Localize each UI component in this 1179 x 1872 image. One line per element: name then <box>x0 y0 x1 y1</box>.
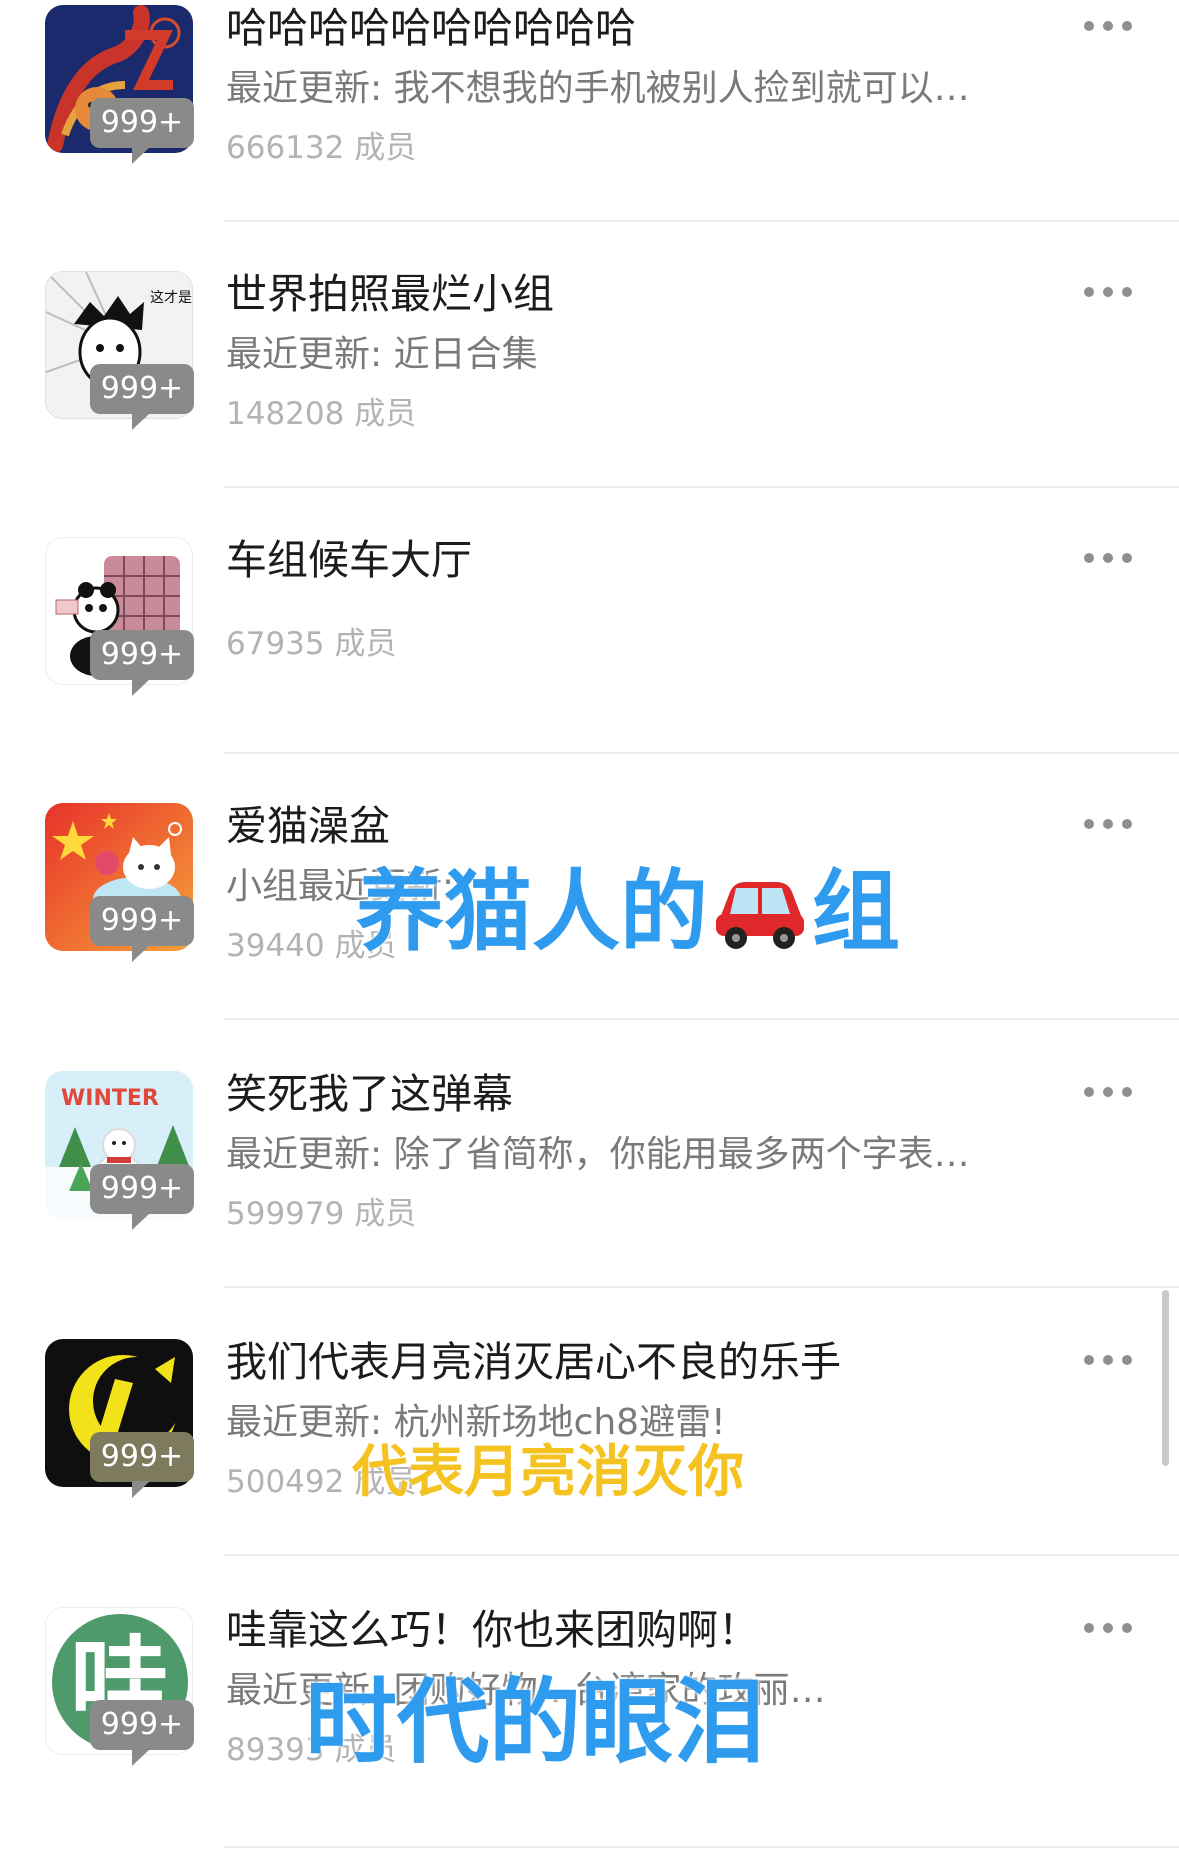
row-divider <box>224 486 1179 488</box>
row-divider <box>224 1286 1179 1288</box>
moon-caption-overlay: 代表月亮消灭你 <box>352 1440 744 1505</box>
row-divider <box>224 1554 1179 1556</box>
more-options-button[interactable] <box>1080 812 1136 836</box>
group-name[interactable]: 我们代表月亮消灭居心不良的乐手 <box>226 1334 841 1390</box>
row-divider <box>224 1018 1179 1020</box>
more-options-button[interactable] <box>1080 14 1136 38</box>
latest-update: 最近更新: 近日合集 <box>226 334 538 375</box>
member-count: 148208 成员 <box>226 396 417 432</box>
cat-caption-after: 组 <box>812 860 901 963</box>
unread-badge: 999+ <box>90 1700 194 1766</box>
unread-badge: 999+ <box>90 1432 194 1498</box>
unread-badge: 999+ <box>90 630 194 696</box>
more-options-button[interactable] <box>1080 546 1136 570</box>
group-name[interactable]: 哈哈哈哈哈哈哈哈哈哈 <box>226 0 636 56</box>
avatar-caption: 这才是真正的摄影!! <box>150 289 193 306</box>
group-name[interactable]: 世界拍照最烂小组 <box>226 266 554 322</box>
unread-badge: 999+ <box>90 364 194 430</box>
group-row-car-hall[interactable]: 999+ 车组候车大厅 67935 成员 <box>0 532 1179 802</box>
cat-caption-before: 养猫人的 <box>356 860 709 963</box>
group-row-hahaha[interactable]: 999+ 哈哈哈哈哈哈哈哈哈哈 最近更新: 我不想我的手机被别人捡到就可以… 6… <box>0 0 1179 270</box>
more-options-button[interactable] <box>1080 1080 1136 1104</box>
group-row-danmaku[interactable]: WINTER 999+ 笑死我了这弹幕 最近更新: 除了省简称，你能用最多两个字… <box>0 1066 1179 1336</box>
group-row-worst-photos[interactable]: 这才是真正的摄影!! 999+ 世界拍照最烂小组 最近更新: 近日合集 1482… <box>0 266 1179 536</box>
cat-caption-overlay: 养猫人的 组 <box>356 862 900 970</box>
unread-badge: 999+ <box>90 896 194 962</box>
more-options-button[interactable] <box>1080 1616 1136 1640</box>
group-name[interactable]: 笑死我了这弹幕 <box>226 1066 513 1122</box>
member-count: 67935 成员 <box>226 626 397 662</box>
more-options-button[interactable] <box>1080 1348 1136 1372</box>
group-name[interactable]: 车组候车大厅 <box>226 532 472 588</box>
avatar-caption: WINTER <box>61 1086 159 1111</box>
row-divider <box>224 1846 1179 1848</box>
scrollbar[interactable] <box>1162 1290 1169 1466</box>
tears-caption-overlay: 时代的眼泪 <box>305 1669 766 1776</box>
red-car-icon <box>712 870 808 970</box>
unread-badge: 999+ <box>90 98 194 164</box>
latest-update: 最近更新: 除了省简称，你能用最多两个字表… <box>226 1134 970 1175</box>
row-divider <box>224 752 1179 754</box>
more-options-button[interactable] <box>1080 280 1136 304</box>
unread-badge: 999+ <box>90 1164 194 1230</box>
group-name[interactable]: 爱猫澡盆 <box>226 798 390 854</box>
member-count: 599979 成员 <box>226 1196 417 1232</box>
group-list: 999+ 哈哈哈哈哈哈哈哈哈哈 最近更新: 我不想我的手机被别人捡到就可以… 6… <box>0 0 1179 1855</box>
row-divider <box>224 220 1179 222</box>
latest-update: 最近更新: 我不想我的手机被别人捡到就可以… <box>226 68 970 109</box>
member-count: 666132 成员 <box>226 130 417 166</box>
group-name[interactable]: 哇靠这么巧！你也来团购啊！ <box>226 1602 759 1658</box>
